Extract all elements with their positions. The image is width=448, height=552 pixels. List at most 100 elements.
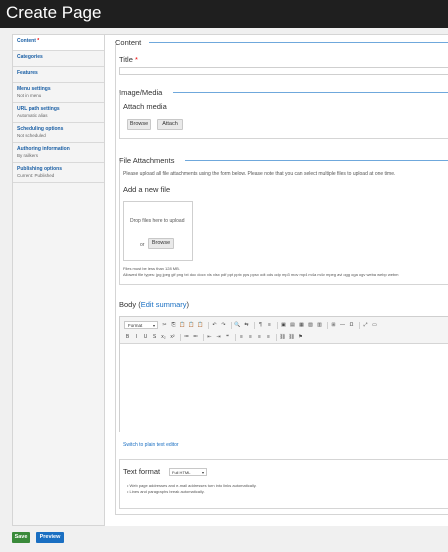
title-input[interactable] (119, 67, 448, 75)
toolbar-button-icon[interactable]: ↷ (220, 322, 227, 329)
toolbar-button-icon[interactable]: ≡ (265, 334, 272, 341)
file-browse-button[interactable]: Browse (148, 238, 174, 249)
toolbar-button-icon[interactable]: ≡ (256, 334, 263, 341)
toolbar-button-icon[interactable]: ▥ (316, 322, 323, 329)
text-format-selected: Full HTML (172, 470, 191, 475)
preview-button[interactable]: Preview (36, 532, 64, 543)
media-browse-button[interactable]: Browse (127, 119, 151, 130)
vtab-summary: By railkers (17, 153, 39, 158)
drop-text: Drop files here to upload (130, 218, 185, 224)
toolbar-button-icon[interactable]: ≡ (247, 334, 254, 341)
tab-panel-content: Content Title * Image/Media Attach media… (104, 34, 448, 526)
required-marker: * (37, 38, 40, 44)
toolbar-button-icon[interactable]: B (124, 334, 131, 341)
toolbar-button-icon[interactable]: ▦ (298, 322, 305, 329)
media-attach-button[interactable]: Attach (157, 119, 183, 130)
toolbar-button-icon[interactable]: ⇆ (243, 322, 250, 329)
format-tip: • Lines and paragraphs break automatical… (127, 489, 205, 494)
body-label-text: Body (119, 300, 137, 309)
vtab-authoring[interactable]: Authoring information By railkers (13, 143, 104, 163)
toolbar-button-icon[interactable]: ⤢ (362, 322, 369, 329)
file-types-note: Allowed file types: jpg jpeg gif png txt… (123, 272, 399, 277)
toolbar-button-icon[interactable]: x₂ (160, 334, 167, 341)
toolbar-button-icon[interactable]: U (142, 334, 149, 341)
format-dropdown[interactable]: Format ▾ (124, 321, 158, 329)
toolbar-button-icon[interactable]: ▣ (280, 322, 287, 329)
format-tip: • Web page addresses and e-mail addresse… (127, 483, 257, 488)
page-title: Create Page (6, 3, 102, 22)
toolbar-button-icon[interactable]: 📋 (197, 322, 204, 329)
toolbar-separator (276, 333, 277, 341)
vtab-scheduling[interactable]: Scheduling options Not scheduled (13, 123, 104, 143)
toolbar-button-icon[interactable]: ❝ (224, 334, 231, 341)
toolbar-button-icon[interactable]: 📋 (179, 322, 186, 329)
toolbar-separator (180, 333, 181, 341)
text-format-label: Text format (123, 467, 163, 476)
file-instructions: Please upload all file attachments using… (123, 171, 396, 177)
toolbar-button-icon[interactable]: ≕ (192, 334, 199, 341)
vtab-menu-settings[interactable]: Menu settings Not in menu (13, 83, 104, 103)
body-label: Body (Edit summary) (119, 300, 189, 309)
editor-toolbar: Format ▾ ✂ ⎘ 📋 📋 📋 ↶ ↷ 🔍 ⇆ ¶ ≡ ▣ ▤ ▦ ▧ ▥ ⊞ ― Ω ⤢ ▭ B I U Sx₂ x² ≔… (120, 317, 448, 344)
vtab-publishing[interactable]: Publishing options Current: Published (13, 163, 104, 183)
file-drop-zone[interactable]: Drop files here to upload or Browse (123, 201, 193, 261)
toolbar-button-icon[interactable]: ⇤ (206, 334, 213, 341)
toolbar-button-icon[interactable]: I (133, 334, 140, 341)
vtab-label: Scheduling options (17, 126, 64, 132)
toolbar-button-icon[interactable]: ⛓ (279, 334, 286, 341)
toolbar-separator (203, 333, 204, 341)
toolbar-button-icon[interactable]: ¶ (257, 322, 264, 329)
file-size-note: Files must be less than 128 MB. (123, 266, 180, 271)
toolbar-separator (254, 321, 255, 329)
toolbar-button-icon[interactable]: ✂ (161, 322, 168, 329)
toolbar-button-icon[interactable]: ⎘ (170, 322, 177, 329)
vtab-label: Categories (17, 54, 43, 60)
toolbar-button-icon[interactable]: 🔍 (234, 322, 241, 329)
vtab-url-path[interactable]: URL path settings Automatic alias (13, 103, 104, 123)
toolbar-separator (235, 333, 236, 341)
toolbar-button-icon[interactable]: ⚑ (297, 334, 304, 341)
add-file-label: Add a new file (123, 185, 171, 194)
vtab-content[interactable]: Content * (13, 35, 105, 51)
toolbar-button-icon[interactable]: ↶ (211, 322, 218, 329)
toolbar-separator (277, 321, 278, 329)
toolbar-button-icon[interactable]: ⇥ (215, 334, 222, 341)
edit-summary-link[interactable]: Edit summary (141, 300, 187, 309)
toolbar-button-icon[interactable]: ≡ (238, 334, 245, 341)
toolbar-button-icon[interactable]: S (151, 334, 158, 341)
toolbar-separator (359, 321, 360, 329)
vtab-label: Content (17, 38, 36, 44)
body-editor[interactable]: Format ▾ ✂ ⎘ 📋 📋 📋 ↶ ↷ 🔍 ⇆ ¶ ≡ ▣ ▤ ▦ ▧ ▥ ⊞ ― Ω ⤢ ▭ B I U Sx₂ x² ≔… (119, 316, 448, 432)
vtab-summary: Current: Published (17, 173, 55, 178)
toolbar-button-icon[interactable]: x² (169, 334, 176, 341)
switch-editor-link-text[interactable]: Switch to plain text editor (123, 442, 179, 448)
vtab-categories[interactable]: Categories (13, 51, 104, 67)
toolbar-button-icon[interactable]: ▧ (307, 322, 314, 329)
toolbar-button-icon[interactable]: 📋 (188, 322, 195, 329)
toolbar-button-icon[interactable]: ▭ (371, 322, 378, 329)
close-paren: ) (186, 300, 190, 309)
toolbar-button-icon[interactable]: ≡ (266, 322, 273, 329)
text-format-select[interactable]: Full HTML ▾ (169, 468, 207, 476)
vtab-label: Menu settings (17, 86, 51, 92)
toolbar-button-icon[interactable]: Ω (348, 322, 355, 329)
toolbar-button-icon[interactable]: ⛓ (288, 334, 295, 341)
toolbar-separator (231, 321, 232, 329)
vtab-label: URL path settings (17, 106, 60, 112)
toolbar-button-icon[interactable]: ― (339, 322, 346, 329)
toolbar-button-icon[interactable]: ≔ (183, 334, 190, 341)
toolbar-separator (208, 321, 209, 329)
title-label-text: Title (119, 55, 133, 64)
image-media-border (119, 93, 448, 139)
toolbar-button-icon[interactable]: ▤ (289, 322, 296, 329)
format-dropdown-label: Format (128, 323, 143, 328)
format-tip-text: Lines and paragraphs break automatically… (129, 489, 205, 494)
toolbar-button-icon[interactable]: ⊞ (330, 322, 337, 329)
vtab-label: Publishing options (17, 166, 62, 172)
save-button[interactable]: Save (12, 532, 30, 543)
format-tip-text: Web page addresses and e-mail addresses … (129, 483, 257, 488)
switch-editor-link[interactable]: Switch to plain text editor (123, 442, 179, 448)
toolbar-separator (327, 321, 328, 329)
vtab-features[interactable]: Features (13, 67, 104, 83)
editor-content-area[interactable] (120, 344, 448, 432)
